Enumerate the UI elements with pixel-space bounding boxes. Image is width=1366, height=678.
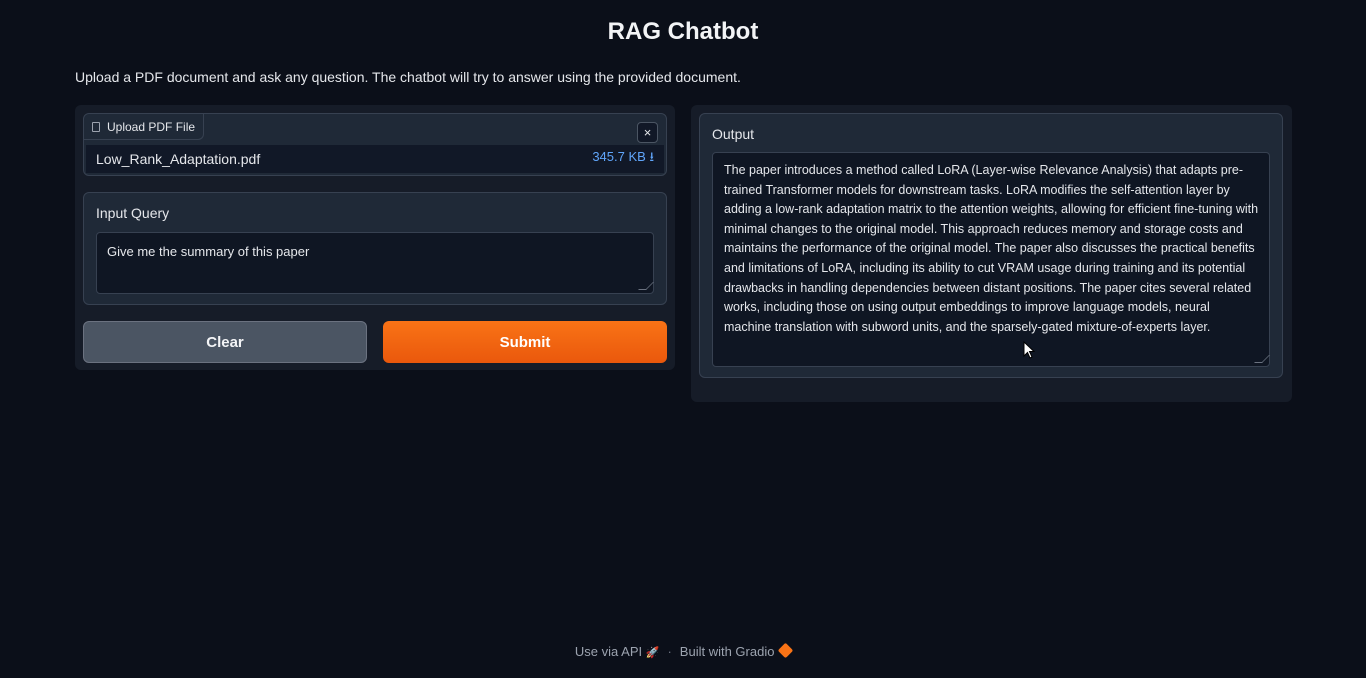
file-icon [92, 121, 100, 132]
query-block: Input Query Give me the summary of this … [83, 192, 667, 305]
uploaded-file-row[interactable]: Low_Rank_Adaptation.pdf 345.7 KB ⭳ [86, 145, 664, 173]
file-download-link[interactable]: 345.7 KB ⭳ [592, 148, 654, 170]
use-via-api-label: Use via API [574, 644, 643, 659]
output-textbox[interactable]: The paper introduces a method called LoR… [712, 152, 1270, 367]
file-name: Low_Rank_Adaptation.pdf [96, 151, 261, 167]
submit-button[interactable]: Submit [383, 321, 667, 363]
page-title: RAG Chatbot [607, 18, 759, 45]
page-description: Upload a PDF document and ask any questi… [75, 69, 741, 85]
file-upload-label-text: Upload PDF File [107, 119, 196, 134]
built-with-gradio-label: Built with Gradio [679, 644, 775, 659]
footer-separator: · [667, 644, 672, 659]
query-label: Input Query [96, 205, 170, 221]
remove-file-button[interactable]: × [637, 122, 658, 143]
footer: Use via API 🚀 · Built with Gradio [0, 642, 1366, 659]
clear-button[interactable]: Clear [83, 321, 367, 363]
file-upload[interactable]: Upload PDF File × Low_Rank_Adaptation.pd… [83, 113, 667, 176]
gradio-logo-icon [777, 642, 794, 659]
query-input[interactable]: Give me the summary of this paper [96, 232, 654, 294]
file-upload-label: Upload PDF File [84, 114, 205, 140]
output-block: Output The paper introduces a method cal… [699, 113, 1283, 378]
mouse-cursor-icon [1023, 341, 1035, 359]
page: RAG Chatbot Upload a PDF document and as… [0, 0, 1366, 678]
rocket-icon: 🚀 [645, 647, 660, 659]
download-icon: ⭳ [649, 149, 654, 164]
file-size: 345.7 KB [592, 149, 646, 164]
output-label: Output [712, 126, 755, 142]
built-with-gradio-link[interactable]: Built with Gradio [679, 642, 794, 659]
use-via-api-link[interactable]: Use via API 🚀 [575, 644, 660, 659]
